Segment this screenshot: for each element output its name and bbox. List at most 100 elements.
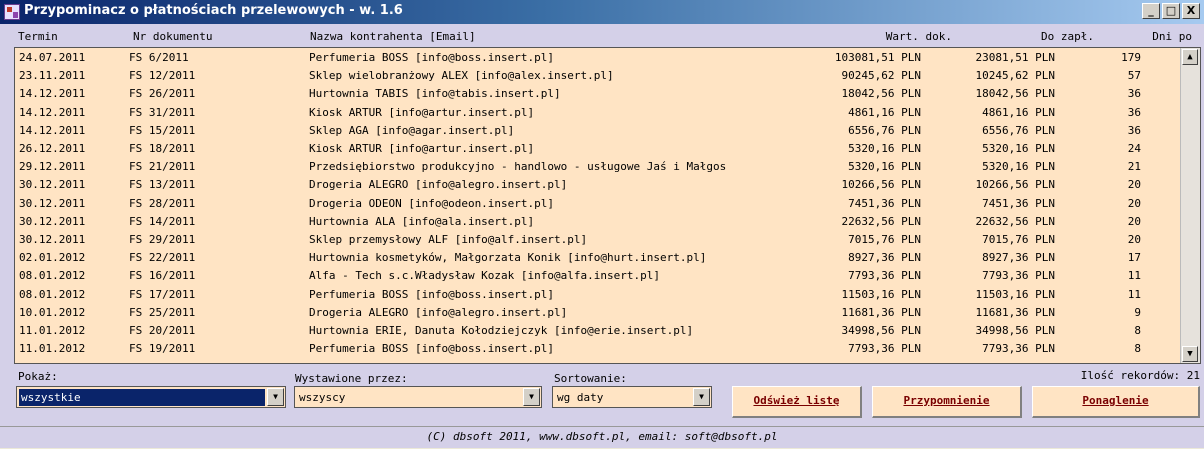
row-wart: 90245,62 PLN	[841, 69, 921, 83]
row-wart: 103081,51 PLN	[834, 51, 921, 64]
row-nr: FS 13/2011	[129, 178, 196, 192]
table-row[interactable]: 30.12.2011 FS 29/2011 Sklep przemysłowy AL…	[15, 231, 1175, 248]
row-termin: 11.01.2012	[19, 324, 86, 337]
row-nr: FS 31/2011	[129, 105, 196, 119]
row-nr: FS 29/2011	[129, 233, 196, 246]
table-row[interactable]: 02.01.2012 FS 22/2011 Hurtownia kosmetyków…	[15, 249, 1175, 266]
remind-button[interactable]: Przypomnienie	[872, 386, 1022, 418]
chevron-down-icon[interactable]: ▼	[693, 388, 710, 406]
app-window: Przypominacz o płatnościach przelewowych…	[0, 0, 1204, 448]
chevron-down-icon[interactable]: ▼	[523, 388, 540, 406]
row-wart: 6556,76 PLN	[848, 123, 921, 137]
app-icon	[4, 4, 20, 20]
row-wart: 34998,56 PLN	[841, 324, 921, 337]
sort-label: Sortowanie:	[554, 372, 627, 385]
close-button[interactable]: X	[1182, 3, 1200, 19]
row-dozapl: 11681,36 PLN	[975, 305, 1055, 319]
row-termin: 30.12.2011	[19, 214, 86, 228]
table-row[interactable]: 14.12.2011 FS 31/2011 Kiosk ARTUR [info@ar…	[15, 104, 1175, 121]
row-dni: 57	[1127, 69, 1141, 83]
row-dni: 20	[1127, 233, 1141, 246]
row-nr: FS 14/2011	[129, 214, 196, 228]
row-dozapl: 11503,16 PLN	[975, 287, 1055, 301]
row-nr: FS 15/2011	[129, 123, 196, 137]
column-header-wart[interactable]: Wart. dok.	[886, 30, 952, 43]
row-wart: 7015,76 PLN	[848, 233, 921, 246]
row-nazwa: Perfumeria BOSS [info@boss.insert.pl]	[309, 51, 555, 64]
row-nazwa: Przedsiębiorstwo produkcyjno - handlowo …	[309, 160, 727, 174]
refresh-list-button[interactable]: Odśwież listę	[732, 386, 862, 418]
row-nr: FS 6/2011	[129, 51, 189, 64]
row-dni: 20	[1127, 178, 1141, 192]
row-nr: FS 20/2011	[129, 324, 196, 337]
table-row[interactable]: 08.01.2012 FS 17/2011 Perfumeria BOSS [inf…	[15, 286, 1175, 303]
row-wart: 11681,36 PLN	[841, 305, 921, 319]
record-count: Ilość rekordów: 21	[1080, 369, 1200, 382]
row-wart: 7451,36 PLN	[848, 196, 921, 210]
table-row[interactable]: 14.12.2011 FS 26/2011 Hurtownia TABIS [inf…	[15, 85, 1175, 102]
show-filter-select[interactable]: wszystkie ▼	[16, 386, 286, 408]
row-dni: 36	[1127, 123, 1141, 137]
row-dni: 21	[1127, 160, 1141, 174]
row-termin: 30.12.2011	[19, 233, 86, 246]
show-filter-label: Pokaż:	[18, 370, 58, 383]
row-wart: 7793,36 PLN	[848, 269, 921, 283]
table-row[interactable]: 30.12.2011 FS 13/2011 Drogeria ALEGRO [inf…	[15, 176, 1175, 193]
table-row[interactable]: 11.01.2012 FS 20/2011 Hurtownia ERIE, Danu…	[15, 322, 1175, 339]
row-wart: 11503,16 PLN	[841, 287, 921, 301]
row-nazwa: Sklep wielobranżowy ALEX [info@alex.inse…	[309, 69, 614, 83]
row-termin: 23.11.2011	[19, 69, 86, 83]
row-dni: 8	[1134, 324, 1141, 337]
column-header-termin[interactable]: Termin	[18, 30, 58, 43]
row-nazwa: Kiosk ARTUR [info@artur.insert.pl]	[309, 142, 535, 155]
row-dni: 36	[1127, 87, 1141, 101]
row-dni: 20	[1127, 214, 1141, 228]
maximize-button[interactable]: □	[1162, 3, 1180, 19]
row-dozapl: 4861,16 PLN	[982, 105, 1055, 119]
payments-list[interactable]: 11.01.2012 FS 19/2011 Perfumeria BOSS [inf…	[14, 47, 1201, 364]
column-header-nr[interactable]: Nr dokumentu	[133, 30, 212, 43]
row-nazwa: Sklep przemysłowy ALF [info@alf.insert.p…	[309, 233, 588, 246]
scroll-up-arrow-icon[interactable]: ▲	[1182, 49, 1198, 65]
row-nr: FS 28/2011	[129, 196, 196, 210]
table-row[interactable]: 24.07.2011 FS 6/2011 Perfumeria BOSS [info…	[15, 49, 1175, 66]
row-wart: 5320,16 PLN	[848, 160, 921, 174]
chevron-down-icon[interactable]: ▼	[267, 388, 284, 406]
table-row[interactable]: 14.12.2011 FS 15/2011 Sklep AGA [info@agar…	[15, 122, 1175, 139]
row-dozapl: 7793,36 PLN	[982, 342, 1055, 356]
list-header: Termin Nr dokumentu Nazwa kontrahenta [E…	[0, 27, 1204, 47]
table-row[interactable]: 08.01.2012 FS 16/2011 Alfa - Tech s.c.Wład…	[15, 267, 1175, 284]
row-dni: 20	[1127, 196, 1141, 210]
table-row[interactable]: 30.12.2011 FS 28/2011 Drogeria ODEON [info…	[15, 195, 1175, 212]
row-dni: 9	[1134, 305, 1141, 319]
row-wart: 8927,36 PLN	[848, 251, 921, 265]
table-row[interactable]: 23.11.2011 FS 12/2011 Sklep wielobranżowy …	[15, 67, 1175, 84]
table-row[interactable]: 29.12.2011 FS 21/2011 Przedsiębiorstwo pro…	[15, 158, 1175, 175]
list-scrollbar[interactable]: ▲ ▼	[1180, 48, 1200, 363]
table-row[interactable]: 10.01.2012 FS 25/2011 Drogeria ALEGRO [inf…	[15, 304, 1175, 321]
title-bar[interactable]: Przypominacz o płatnościach przelewowych…	[0, 0, 1204, 24]
row-nazwa: Drogeria ODEON [info@odeon.insert.pl]	[309, 196, 555, 210]
table-row[interactable]: 26.12.2011 FS 18/2011 Kiosk ARTUR [info@ar…	[15, 140, 1175, 157]
row-termin: 11.01.2012	[19, 342, 86, 356]
row-nazwa: Hurtownia kosmetyków, Małgorzata Konik […	[309, 251, 707, 265]
row-nazwa: Perfumeria BOSS [info@boss.insert.pl]	[309, 287, 555, 301]
column-header-nazwa[interactable]: Nazwa kontrahenta [Email]	[310, 30, 476, 43]
scroll-down-arrow-icon[interactable]: ▼	[1182, 346, 1198, 362]
row-nazwa: Drogeria ALEGRO [info@alegro.insert.pl]	[309, 305, 568, 319]
footer-copyright: (C) dbsoft 2011, www.dbsoft.pl, email: s…	[0, 426, 1204, 449]
row-termin: 30.12.2011	[19, 196, 86, 210]
issued-by-select[interactable]: wszyscy ▼	[294, 386, 542, 408]
urge-button[interactable]: Ponaglenie	[1032, 386, 1200, 418]
row-wart: 22632,56 PLN	[841, 214, 921, 228]
column-header-dni[interactable]: Dni po	[1152, 30, 1192, 43]
table-row[interactable]: 30.12.2011 FS 14/2011 Hurtownia ALA [info@…	[15, 213, 1175, 230]
row-termin: 24.07.2011	[19, 51, 86, 64]
sort-select[interactable]: wg daty ▼	[552, 386, 712, 408]
row-termin: 08.01.2012	[19, 287, 86, 301]
row-nazwa: Drogeria ALEGRO [info@alegro.insert.pl]	[309, 178, 568, 192]
column-header-dozapl[interactable]: Do zapł.	[1041, 30, 1094, 43]
minimize-button[interactable]: _	[1142, 3, 1160, 19]
table-row[interactable]: 11.01.2012 FS 19/2011 Perfumeria BOSS [inf…	[15, 340, 1175, 357]
row-nr: FS 22/2011	[129, 251, 196, 265]
